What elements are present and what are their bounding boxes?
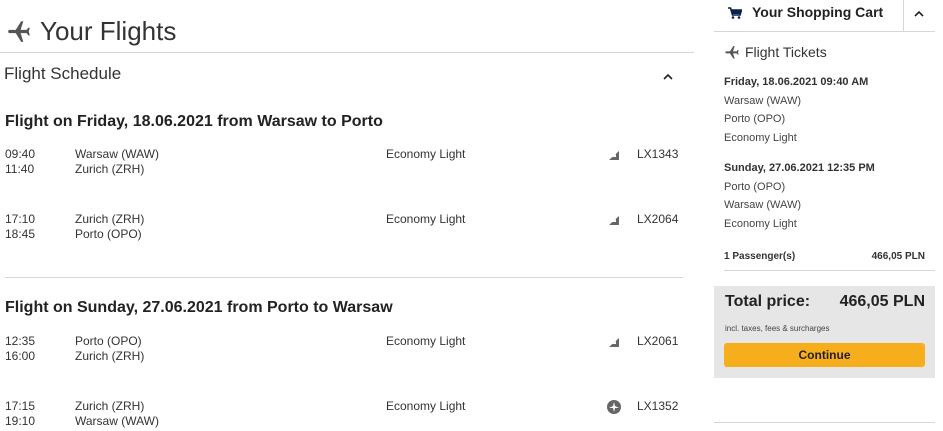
flight-number: LX2061 xyxy=(637,334,679,348)
outbound-cabin: Economy Light xyxy=(724,132,797,144)
chevron-up-icon[interactable] xyxy=(661,70,675,84)
flight-segment: 12:35 16:00 Porto (OPO) Zurich (ZRH) Eco… xyxy=(0,334,694,368)
cabin-class: Economy Light xyxy=(386,212,466,226)
inbound-flight-heading: Flight on Sunday, 27.06.2021 from Porto … xyxy=(5,299,393,316)
cart-header-divider xyxy=(903,0,904,32)
swiss-logo-icon xyxy=(609,216,619,225)
chevron-up-icon[interactable] xyxy=(912,7,926,21)
plane-icon xyxy=(725,46,739,59)
outbound-to: Porto (OPO) xyxy=(724,113,786,125)
shopping-cart-title: Your Shopping Cart xyxy=(752,4,884,20)
shopping-cart-icon xyxy=(728,7,742,19)
flight-number: LX1343 xyxy=(637,147,679,161)
cabin-class: Economy Light xyxy=(386,147,466,161)
total-price-panel: Total price: 466,05 PLN incl. taxes, fee… xyxy=(714,286,935,378)
departure-city: Zurich (ZRH) xyxy=(75,399,145,413)
arrival-time: 16:00 xyxy=(5,349,36,363)
flight-tickets-heading: Flight Tickets xyxy=(724,43,827,61)
flight-segment: 17:10 18:45 Zurich (ZRH) Porto (OPO) Eco… xyxy=(0,212,694,246)
arrival-time: 19:10 xyxy=(5,414,36,428)
departure-time: 12:35 xyxy=(5,334,36,348)
cart-bottom-divider xyxy=(714,422,935,423)
inbound-to: Warsaw (WAW) xyxy=(724,199,801,211)
arrival-city: Zurich (ZRH) xyxy=(75,162,145,176)
departure-time: 17:10 xyxy=(5,212,36,226)
flight-segment: 17:15 19:10 Zurich (ZRH) Warsaw (WAW) Ec… xyxy=(0,399,694,431)
page-title-text: Your Flights xyxy=(40,15,177,46)
departure-city: Warsaw (WAW) xyxy=(75,147,159,161)
page-title: Your Flights xyxy=(6,13,176,49)
total-price-amount: 466,05 PLN xyxy=(839,293,925,310)
inbound-from: Porto (OPO) xyxy=(724,181,786,193)
plane-icon xyxy=(8,21,30,42)
total-price-note: incl. taxes, fees & surcharges xyxy=(725,324,830,333)
flight-schedule-heading: Flight Schedule xyxy=(4,64,122,83)
airline-circle-icon xyxy=(607,400,621,414)
departure-time: 17:15 xyxy=(5,399,36,413)
cabin-class: Economy Light xyxy=(386,334,466,348)
arrival-city: Porto (OPO) xyxy=(75,227,142,241)
flight-tickets-label: Flight Tickets xyxy=(745,44,827,60)
swiss-logo-icon xyxy=(609,338,619,347)
cabin-class: Economy Light xyxy=(386,399,466,413)
total-price-label: Total price: xyxy=(725,293,811,310)
departure-city: Porto (OPO) xyxy=(75,334,142,348)
passengers-label: 1 Passenger(s) xyxy=(724,251,796,262)
departure-time: 09:40 xyxy=(5,147,36,161)
arrival-time: 11:40 xyxy=(5,162,35,176)
inbound-datetime: Sunday, 27.06.2021 12:35 PM xyxy=(724,162,875,174)
shopping-cart-header[interactable]: Your Shopping Cart xyxy=(714,0,935,32)
arrival-time: 18:45 xyxy=(5,227,36,241)
swiss-logo-icon xyxy=(609,151,619,160)
passengers-price: 466,05 PLN xyxy=(871,251,925,262)
arrival-city: Zurich (ZRH) xyxy=(75,349,145,363)
departure-city: Zurich (ZRH) xyxy=(75,212,145,226)
flight-segment: 09:40 11:40 Warsaw (WAW) Zurich (ZRH) Ec… xyxy=(0,147,694,181)
outbound-from: Warsaw (WAW) xyxy=(724,95,801,107)
outbound-datetime: Friday, 18.06.2021 09:40 AM xyxy=(724,76,869,88)
flight-number: LX1352 xyxy=(637,399,679,413)
inbound-cabin: Economy Light xyxy=(724,218,797,230)
title-divider xyxy=(0,52,694,53)
flight-number: LX2064 xyxy=(637,212,679,226)
passengers-divider xyxy=(724,270,935,271)
arrival-city: Warsaw (WAW) xyxy=(75,414,159,428)
continue-button[interactable]: Continue xyxy=(724,343,925,367)
flight-divider xyxy=(5,277,683,278)
outbound-flight-heading: Flight on Friday, 18.06.2021 from Warsaw… xyxy=(5,113,383,130)
